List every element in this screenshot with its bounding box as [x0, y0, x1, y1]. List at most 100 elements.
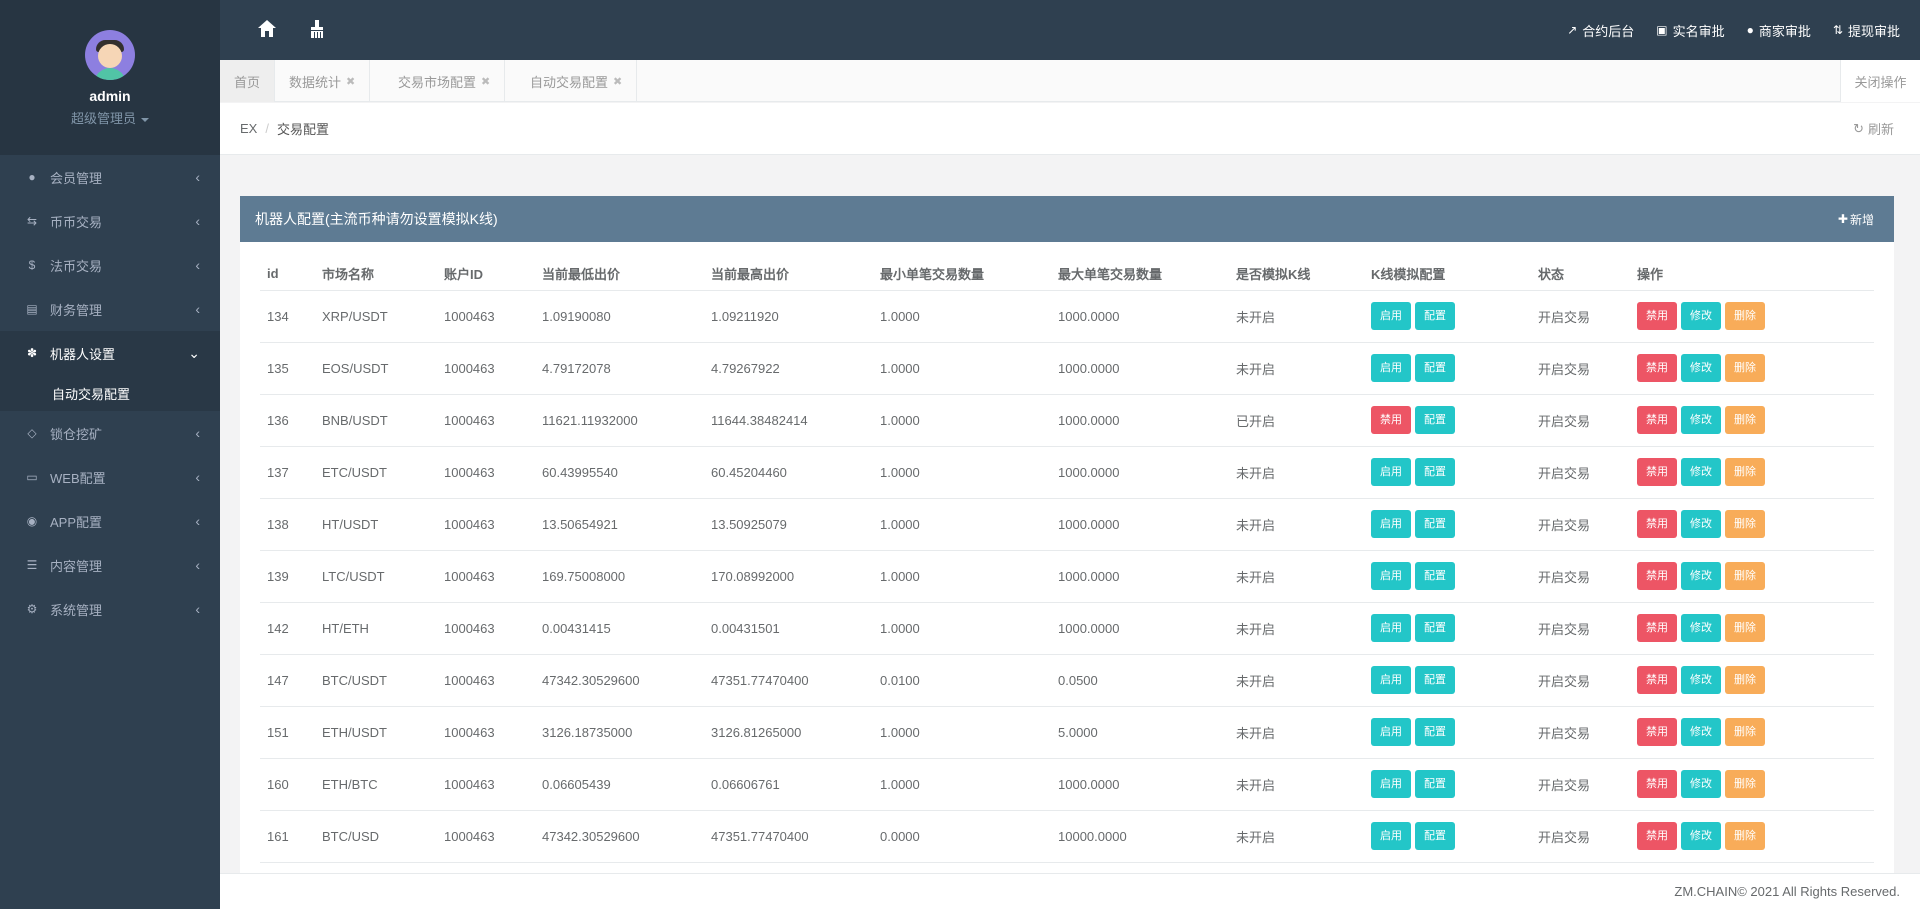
disable-button[interactable]: 禁用	[1637, 822, 1677, 850]
withdraw-approval-link[interactable]: ⇅ 提现审批	[1833, 21, 1900, 40]
edit-button[interactable]: 修改	[1681, 614, 1721, 642]
delete-button[interactable]: 删除	[1725, 406, 1765, 434]
disable-button[interactable]: 禁用	[1637, 354, 1677, 382]
edit-button[interactable]: 修改	[1681, 510, 1721, 538]
sidebar-item-mining[interactable]: ◇ 锁仓挖矿 ‹	[0, 411, 220, 455]
disable-button[interactable]: 禁用	[1637, 666, 1677, 694]
kline-enable-button[interactable]: 启用	[1371, 666, 1411, 694]
edit-button[interactable]: 修改	[1681, 302, 1721, 330]
sidebar-item-finance[interactable]: ▤ 财务管理 ‹	[0, 287, 220, 331]
edit-button[interactable]: 修改	[1681, 406, 1721, 434]
delete-button[interactable]: 删除	[1725, 822, 1765, 850]
breadcrumb-root[interactable]: EX	[240, 121, 257, 136]
delete-button[interactable]: 删除	[1725, 718, 1765, 746]
cell-high: 13.50925079	[704, 498, 873, 551]
kline-enable-button[interactable]: 启用	[1371, 562, 1411, 590]
delete-button[interactable]: 删除	[1725, 666, 1765, 694]
kline-enable-button[interactable]: 启用	[1371, 510, 1411, 538]
cell-account: 1000463	[437, 498, 535, 551]
disable-button[interactable]: 禁用	[1637, 458, 1677, 486]
kline-enable-button[interactable]: 启用	[1371, 822, 1411, 850]
delete-button[interactable]: 删除	[1725, 302, 1765, 330]
close-icon[interactable]: ✖	[346, 75, 355, 88]
external-link-icon: ↗	[1567, 23, 1578, 37]
kline-config-button[interactable]: 配置	[1415, 510, 1455, 538]
add-button[interactable]: ✚ 新增	[1838, 211, 1874, 228]
kline-config-button[interactable]: 配置	[1415, 822, 1455, 850]
kline-config-button[interactable]: 配置	[1415, 614, 1455, 642]
kline-config-button[interactable]: 配置	[1415, 302, 1455, 330]
disable-button[interactable]: 禁用	[1637, 510, 1677, 538]
refresh-button[interactable]: ↻ 刷新	[1853, 119, 1894, 138]
sidebar-item-system[interactable]: ⚙ 系统管理 ‹	[0, 587, 220, 631]
close-icon[interactable]: ✖	[481, 75, 490, 88]
cell-max: 1000.0000	[1051, 498, 1229, 551]
tab-label: 自动交易配置	[530, 74, 609, 90]
disable-button[interactable]: 禁用	[1637, 406, 1677, 434]
disable-button[interactable]: 禁用	[1637, 614, 1677, 642]
delete-button[interactable]: 删除	[1725, 354, 1765, 382]
kline-config-button[interactable]: 配置	[1415, 458, 1455, 486]
tab-auto-trade-config[interactable]: 自动交易配置 ✖	[516, 60, 638, 102]
edit-button[interactable]: 修改	[1681, 562, 1721, 590]
kline-config-button[interactable]: 配置	[1415, 354, 1455, 382]
kline-config-button[interactable]: 配置	[1415, 406, 1455, 434]
sidebar-item-fiat-trade[interactable]: $ 法币交易 ‹	[0, 243, 220, 287]
sidebar-item-members[interactable]: ● 会员管理 ‹	[0, 155, 220, 199]
cell-actions: 禁用 修改 删除	[1630, 758, 1874, 811]
disable-button[interactable]: 禁用	[1637, 302, 1677, 330]
sidebar-item-web-config[interactable]: ▭ WEB配置 ‹	[0, 455, 220, 499]
edit-button[interactable]: 修改	[1681, 666, 1721, 694]
edit-button[interactable]: 修改	[1681, 822, 1721, 850]
kline-enable-button[interactable]: 启用	[1371, 770, 1411, 798]
kline-enable-button[interactable]: 启用	[1371, 354, 1411, 382]
kline-enable-button[interactable]: 启用	[1371, 718, 1411, 746]
edit-button[interactable]: 修改	[1681, 458, 1721, 486]
cell-kline-status: 未开启	[1229, 758, 1364, 811]
cell-kline-config: 禁用 配置	[1364, 394, 1531, 447]
disable-button[interactable]: 禁用	[1637, 770, 1677, 798]
edit-button[interactable]: 修改	[1681, 354, 1721, 382]
home-icon[interactable]	[256, 18, 280, 42]
sidebar-item-coin-trade[interactable]: ⇆ 币币交易 ‹	[0, 199, 220, 243]
kline-enable-button[interactable]: 启用	[1371, 458, 1411, 486]
kline-config-button[interactable]: 配置	[1415, 770, 1455, 798]
sidebar-item-content[interactable]: ☰ 内容管理 ‹	[0, 543, 220, 587]
cell-status: 开启交易	[1531, 810, 1630, 863]
sidebar-item-robot[interactable]: ✽ 机器人设置 ⌄	[0, 331, 220, 375]
kyc-approval-link[interactable]: ▣ 实名审批	[1656, 21, 1724, 40]
edit-button[interactable]: 修改	[1681, 770, 1721, 798]
kline-enable-button[interactable]: 启用	[1371, 302, 1411, 330]
brush-icon[interactable]	[306, 18, 330, 42]
close-tabs-button[interactable]: 关闭操作	[1840, 60, 1920, 102]
sidebar-item-label: 内容管理	[50, 558, 103, 574]
user-role-dropdown[interactable]: 超级管理员	[0, 108, 220, 127]
edit-button[interactable]: 修改	[1681, 718, 1721, 746]
disable-button[interactable]: 禁用	[1637, 562, 1677, 590]
contract-admin-link[interactable]: ↗ 合约后台	[1567, 21, 1634, 40]
kline-config-button[interactable]: 配置	[1415, 718, 1455, 746]
cell-id: 138	[260, 498, 315, 551]
tab-home[interactable]: 首页	[220, 60, 275, 102]
disable-button[interactable]: 禁用	[1637, 718, 1677, 746]
kline-config-button[interactable]: 配置	[1415, 562, 1455, 590]
cell-kline-status: 未开启	[1229, 654, 1364, 707]
column-header: 状态	[1531, 258, 1630, 291]
cell-actions: 禁用 修改 删除	[1630, 550, 1874, 603]
delete-button[interactable]: 删除	[1725, 510, 1765, 538]
kline-enable-button[interactable]: 启用	[1371, 614, 1411, 642]
kline-disable-button[interactable]: 禁用	[1371, 406, 1411, 434]
close-icon[interactable]: ✖	[613, 75, 622, 88]
kline-config-button[interactable]: 配置	[1415, 666, 1455, 694]
delete-button[interactable]: 删除	[1725, 562, 1765, 590]
delete-button[interactable]: 删除	[1725, 458, 1765, 486]
tab-data-stats[interactable]: 数据统计 ✖	[275, 60, 371, 102]
tab-market-config[interactable]: 交易市场配置 ✖	[384, 60, 506, 102]
sidebar-subitem-auto-trade[interactable]: 自动交易配置	[0, 375, 220, 411]
user-icon: ●	[1746, 23, 1754, 37]
delete-button[interactable]: 删除	[1725, 770, 1765, 798]
avatar[interactable]	[85, 30, 135, 80]
sidebar-item-app-config[interactable]: ◉ APP配置 ‹	[0, 499, 220, 543]
delete-button[interactable]: 删除	[1725, 614, 1765, 642]
merchant-approval-link[interactable]: ● 商家审批	[1747, 21, 1811, 40]
